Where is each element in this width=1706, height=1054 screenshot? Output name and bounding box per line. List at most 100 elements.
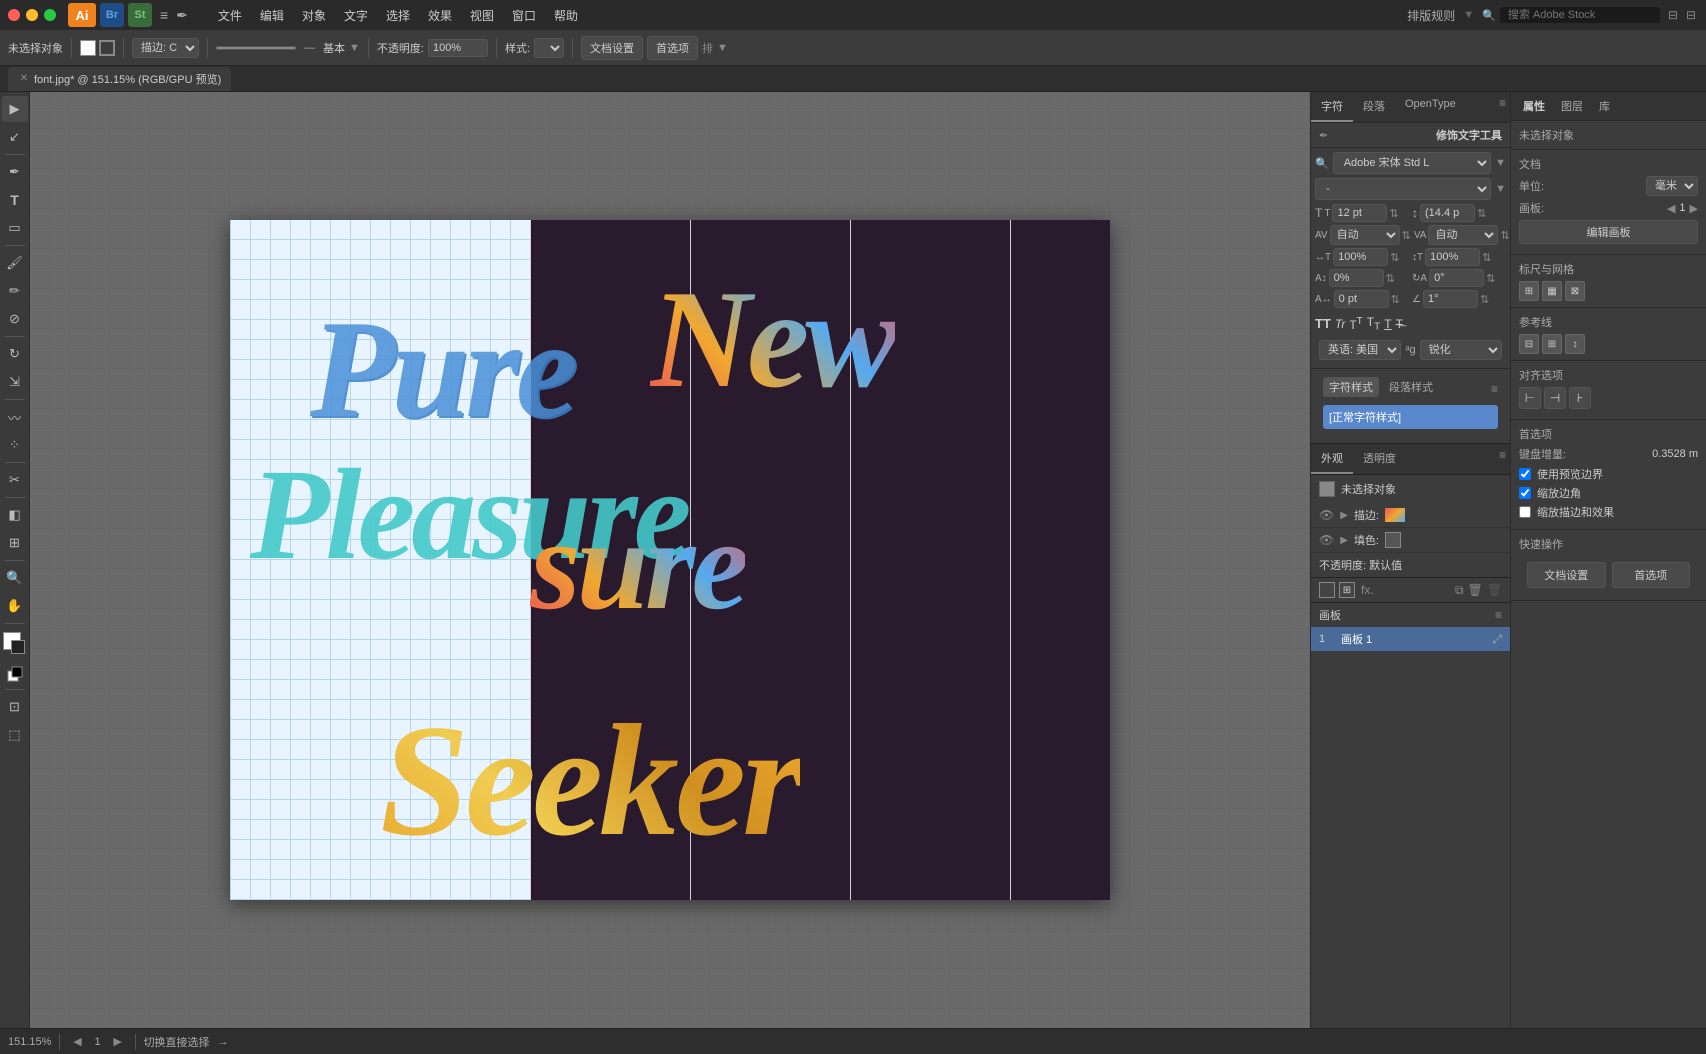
transparency-tab[interactable]: 透明度 (1353, 444, 1406, 474)
close-tab-btn[interactable]: ✕ (18, 73, 30, 85)
char-tab[interactable]: 字符 (1311, 92, 1353, 122)
prop-tab-properties[interactable]: 属性 (1515, 92, 1553, 120)
edit-artboard-btn[interactable]: 编辑画板 (1519, 220, 1698, 244)
appear-copy-icon[interactable]: ⧉ (1455, 583, 1464, 598)
hand-tool[interactable]: ✋ (2, 593, 28, 619)
prop-tab-library[interactable]: 库 (1591, 92, 1618, 120)
spacing-spin[interactable]: ⇅ (1391, 293, 1400, 306)
opentype-tab[interactable]: OpenType (1395, 92, 1466, 122)
guide-icon3[interactable]: ↕ (1565, 334, 1585, 354)
underline-btn[interactable]: T (1384, 317, 1391, 331)
default-colors-btn[interactable] (7, 666, 23, 685)
doc-settings-btn[interactable]: 文档设置 (581, 36, 643, 60)
panel-toggle-left[interactable]: ⊟ (1668, 8, 1678, 22)
spacing-input[interactable] (1334, 290, 1389, 308)
preferences-btn[interactable]: 首选项 (647, 36, 698, 60)
appear-menu-icon[interactable]: ≡ (1495, 444, 1510, 474)
artboard-1-row[interactable]: 1 画板 1 ⤢ (1311, 627, 1510, 651)
font-name-select[interactable]: Adobe 宋体 Std L (1333, 152, 1491, 174)
grid-icon[interactable]: ▦ (1542, 281, 1562, 301)
prop-tab-layers[interactable]: 图层 (1553, 92, 1591, 120)
panel-toggle-right[interactable]: ⊟ (1686, 8, 1696, 22)
scale-stroke-checkbox[interactable] (1519, 506, 1531, 518)
char-panel-menu[interactable]: ≡ (1495, 92, 1510, 122)
menu-effect[interactable]: 效果 (420, 5, 460, 26)
menu-edit[interactable]: 编辑 (252, 5, 292, 26)
font-size-spin[interactable]: ⇅ (1389, 207, 1398, 220)
lang-select[interactable]: 英语: 美国 (1319, 340, 1401, 360)
unit-select[interactable]: 毫米 (1646, 176, 1698, 196)
screen-mode-btn[interactable]: ⬚ (2, 722, 28, 748)
layout-rules-label[interactable]: 排版规则 (1407, 7, 1455, 24)
maximize-window-btn[interactable] (44, 9, 56, 21)
bg-color-swatch[interactable] (11, 640, 25, 654)
rotate-tool[interactable]: ↻ (2, 341, 28, 367)
sharpness-select[interactable]: 锐化 (1420, 340, 1502, 360)
artboard-menu-icon[interactable]: ≡ (1495, 608, 1502, 622)
pen-tool[interactable]: ✒ (2, 159, 28, 185)
appear-icon2[interactable]: ⊞ (1339, 582, 1355, 598)
artboard-prev-btn[interactable]: ◀ (1667, 202, 1675, 215)
appearance-tab[interactable]: 外观 (1311, 444, 1353, 474)
base-label[interactable]: 基本 (323, 40, 345, 56)
para-style-tab[interactable]: 段落样式 (1383, 377, 1439, 397)
tracking-select[interactable]: 自动 (1428, 225, 1498, 245)
minimize-window-btn[interactable] (26, 9, 38, 21)
menu-help[interactable]: 帮助 (546, 5, 586, 26)
menu-window[interactable]: 窗口 (504, 5, 544, 26)
ruler-icon[interactable]: ⊞ (1519, 281, 1539, 301)
adobe-stock-input[interactable] (1500, 7, 1660, 23)
rotate-spin[interactable]: ⇅ (1486, 272, 1495, 285)
stroke-expand[interactable]: ▶ (1340, 510, 1348, 521)
rotate-input[interactable] (1429, 269, 1484, 287)
scale-h-input[interactable] (1333, 248, 1388, 266)
menu-text[interactable]: 文字 (336, 5, 376, 26)
subscript-btn[interactable]: TT (1367, 315, 1380, 332)
style-select[interactable] (534, 38, 564, 58)
preview-bounds-checkbox[interactable] (1519, 468, 1531, 480)
bridge-icon[interactable]: Br (100, 3, 124, 27)
scale-tool[interactable]: ⇲ (2, 369, 28, 395)
menu-view[interactable]: 视图 (462, 5, 502, 26)
font-size-input[interactable] (1332, 204, 1387, 222)
scale-h-spin[interactable]: ⇅ (1390, 251, 1399, 264)
pencil-tool[interactable]: ✏ (2, 278, 28, 304)
shape-tool[interactable]: ▭ (2, 215, 28, 241)
eraser-tool[interactable]: ⊘ (2, 306, 28, 332)
leading-input[interactable] (1420, 204, 1475, 222)
kerning-select[interactable]: 自动 (1330, 225, 1400, 245)
fill-color-swatch[interactable] (1385, 532, 1401, 548)
char-style-tab[interactable]: 字符样式 (1323, 377, 1379, 397)
apps-menu-icon[interactable]: ≡ (160, 7, 168, 23)
zoom-display[interactable]: 151.15% (8, 1036, 51, 1048)
opacity-input[interactable] (428, 39, 488, 57)
strikethrough-btn[interactable]: T̶ (1396, 317, 1403, 331)
italic-btn[interactable]: Tr (1335, 317, 1345, 331)
illustrator-icon[interactable]: Ai (68, 3, 96, 27)
angle-spin[interactable]: ⇅ (1480, 293, 1489, 306)
para-tab[interactable]: 段落 (1353, 92, 1395, 122)
scissors-tool[interactable]: ✂ (2, 467, 28, 493)
stroke-vis-btn[interactable]: 👁 (1319, 508, 1334, 522)
text-tool[interactable]: T (2, 187, 28, 213)
scale-v-spin[interactable]: ⇅ (1482, 251, 1491, 264)
menu-file[interactable]: 文件 (210, 5, 250, 26)
align-right-btn[interactable]: ⊦ (1569, 387, 1591, 409)
artwork-canvas[interactable]: Pure New Pleasure sure Seeker (230, 220, 1110, 900)
drawing-mode-btn[interactable]: ⊡ (2, 694, 28, 720)
page-prev-btn[interactable]: ◀ (68, 1033, 86, 1051)
page-next-btn[interactable]: ▶ (109, 1033, 127, 1051)
color-swatch-area[interactable] (3, 632, 27, 660)
scale-v-input[interactable] (1425, 248, 1480, 266)
selection-tool[interactable]: ▶ (2, 96, 28, 122)
bold-btn[interactable]: TT (1315, 316, 1331, 331)
brush-tool[interactable]: 🖌 (2, 250, 28, 276)
blend-tool[interactable]: ⁘ (2, 432, 28, 458)
fill-vis-btn[interactable]: 👁 (1319, 533, 1334, 547)
leading-spin[interactable]: ⇅ (1477, 207, 1486, 220)
fill-swatch[interactable] (80, 40, 96, 56)
angle-input[interactable] (1423, 290, 1478, 308)
guide-icon1[interactable]: ⊟ (1519, 334, 1539, 354)
stock-icon[interactable]: St (128, 3, 152, 27)
guide-icon2[interactable]: ⊞ (1542, 334, 1562, 354)
